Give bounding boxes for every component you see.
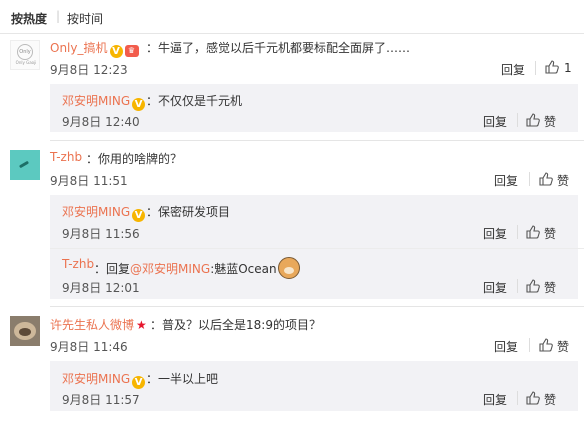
- thumbs-up-icon[interactable]: [525, 224, 541, 240]
- username-text[interactable]: 许先生私人微博: [50, 318, 134, 332]
- thumbs-up-icon[interactable]: [544, 59, 560, 75]
- like-button-label[interactable]: 赞: [544, 279, 556, 296]
- username-text[interactable]: 邓安明MING: [62, 205, 130, 219]
- verified-v-icon: V: [132, 209, 146, 222]
- comment-date: 9月8日 12:23: [50, 63, 128, 77]
- action-separator: [517, 225, 518, 239]
- reply-suffix: :魅蓝Ocean: [210, 262, 277, 276]
- avatar-image-detail: [19, 328, 31, 336]
- avatar[interactable]: Only Only Gaoji: [10, 40, 40, 70]
- like-button-label[interactable]: 赞: [557, 172, 569, 189]
- reply-button[interactable]: 回复: [483, 391, 507, 408]
- action-separator: [529, 338, 530, 352]
- reply-text: ：不仅仅是千元机: [146, 94, 243, 108]
- reply-text: ：一半以上吧: [146, 372, 219, 386]
- like-button-label[interactable]: 赞: [544, 225, 556, 242]
- doge-emoji-icon: [277, 257, 300, 279]
- sort-bar: 按热度 | 按时间: [0, 0, 584, 34]
- action-separator: [517, 391, 518, 405]
- star-badge-icon: ★: [136, 318, 147, 332]
- comment-text: ：牛逼了，感觉以后千元机都要标配全面屏了……: [146, 41, 411, 55]
- username-text[interactable]: 邓安明MING: [62, 372, 130, 386]
- reply-button[interactable]: 回复: [494, 172, 518, 189]
- reply-date: 9月8日 12:01: [62, 281, 140, 295]
- avatar-image: [18, 160, 30, 169]
- reply-prefix: ：回复: [94, 262, 131, 276]
- verified-v-icon: V: [109, 45, 123, 58]
- thumbs-up-icon[interactable]: [538, 337, 554, 353]
- comment-username[interactable]: 许先生私人微博 ★: [50, 316, 147, 333]
- reply-date: 9月8日 11:56: [62, 227, 140, 241]
- avatar[interactable]: [10, 150, 40, 180]
- reply-username[interactable]: 邓安明MING V: [62, 92, 146, 111]
- comment-text: ：普及？以后全是18:9的项目？: [150, 318, 321, 332]
- comment-username[interactable]: T-zhb: [50, 150, 82, 164]
- sort-by-time-tab[interactable]: 按时间: [67, 10, 103, 27]
- reply-button[interactable]: 回复: [483, 225, 507, 242]
- comment-divider: [50, 306, 584, 307]
- thumbs-up-icon[interactable]: [525, 390, 541, 406]
- reply-text: ：回复@邓安明MING:魅蓝Ocean: [94, 257, 300, 279]
- reply-username[interactable]: 邓安明MING V: [62, 370, 146, 389]
- action-separator: [517, 279, 518, 293]
- avatar-tag-text: Only Gaoji: [15, 60, 37, 65]
- reply-button[interactable]: 回复: [501, 61, 525, 78]
- comment-text: ：你用的啥牌的？: [86, 152, 183, 166]
- comment-divider: [50, 140, 584, 141]
- thumbs-up-icon[interactable]: [538, 171, 554, 187]
- sort-by-hot-tab[interactable]: 按热度: [11, 10, 47, 27]
- like-button-label[interactable]: 赞: [557, 338, 569, 355]
- reply-button[interactable]: 回复: [483, 113, 507, 130]
- like-button-label[interactable]: 赞: [544, 391, 556, 408]
- thumbs-up-icon[interactable]: [525, 112, 541, 128]
- mention-link[interactable]: @邓安明MING: [130, 262, 210, 276]
- action-separator: [517, 113, 518, 127]
- like-count: 1: [564, 61, 572, 75]
- verified-v-icon: V: [132, 98, 146, 111]
- divider: [0, 33, 584, 34]
- avatar[interactable]: [10, 316, 40, 346]
- comment-date: 9月8日 11:51: [50, 174, 128, 188]
- sort-separator: |: [56, 9, 61, 23]
- reply-username[interactable]: 邓安明MING V: [62, 203, 146, 222]
- username-text[interactable]: 邓安明MING: [62, 94, 130, 108]
- avatar-logo-text: Only: [17, 44, 33, 60]
- reply-button[interactable]: 回复: [483, 279, 507, 296]
- comment-username[interactable]: Only_搞机 V ♛: [50, 39, 139, 58]
- reply-date: 9月8日 12:40: [62, 115, 140, 129]
- reply-username[interactable]: T-zhb: [62, 257, 94, 271]
- action-separator: [529, 172, 530, 186]
- action-separator: [535, 61, 536, 75]
- reply-date: 9月8日 11:57: [62, 393, 140, 407]
- reply-text: ：保密研发项目: [146, 205, 231, 219]
- reply-divider: [50, 248, 584, 249]
- comment-date: 9月8日 11:46: [50, 340, 128, 354]
- reply-button[interactable]: 回复: [494, 338, 518, 355]
- thumbs-up-icon[interactable]: [525, 278, 541, 294]
- verified-v-icon: V: [132, 376, 146, 389]
- member-crown-icon: ♛: [124, 45, 139, 57]
- username-text[interactable]: Only_搞机: [50, 41, 108, 55]
- like-button-label[interactable]: 赞: [544, 113, 556, 130]
